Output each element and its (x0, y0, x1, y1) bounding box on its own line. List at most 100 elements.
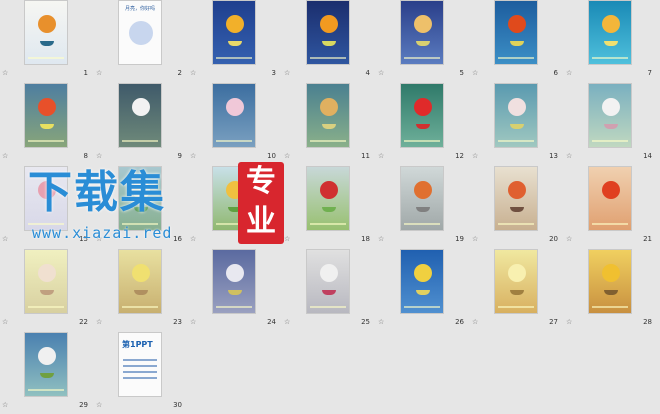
animation-icon: ☆ (378, 69, 385, 77)
slide-caption-line (216, 57, 252, 59)
slide-thumbnail[interactable]: ☆ 15 (0, 166, 94, 248)
boat-illustration (510, 124, 524, 129)
slide-text-line (123, 359, 157, 361)
moon-illustration (508, 264, 526, 282)
slide-thumbnail[interactable]: ☆ 25 (282, 249, 376, 331)
slide-preview (212, 249, 256, 314)
slide-preview (212, 166, 256, 231)
moon-illustration (320, 15, 338, 33)
slide-thumbnail[interactable]: ☆ 20 (470, 166, 564, 248)
slide-thumbnail[interactable]: ☆ 10 (188, 83, 282, 165)
slide-preview (118, 249, 162, 314)
slide-number: 17 (267, 235, 276, 243)
slide-number: 16 (173, 235, 182, 243)
slide-preview (24, 166, 68, 231)
moon-illustration (602, 15, 620, 33)
slide-preview (400, 249, 444, 314)
slide-preview (400, 83, 444, 148)
slide-thumbnail[interactable]: 月亮，你好吗 ☆ 2 (94, 0, 188, 82)
slide-thumbnail[interactable]: ☆ 24 (188, 249, 282, 331)
slide-caption-line (310, 57, 346, 59)
slide-thumbnail[interactable]: ☆ 22 (0, 249, 94, 331)
slide-preview (306, 0, 350, 65)
slide-number: 27 (549, 318, 558, 326)
boat-illustration (416, 207, 430, 212)
boat-illustration (322, 124, 336, 129)
moon-illustration (414, 15, 432, 33)
slide-thumbnail[interactable]: ☆ 8 (0, 83, 94, 165)
moon-illustration (414, 264, 432, 282)
slide-thumbnail[interactable]: ☆ 6 (470, 0, 564, 82)
animation-icon: ☆ (2, 318, 9, 326)
slide-sorter-grid: ☆ 1 月亮，你好吗 ☆ 2 ☆ 3 ☆ 4 ☆ 5 ☆ 6 ☆ 7 ☆ 8 ☆ 9 ☆ 10 ☆ 11 ☆ 12 ☆ 13 ☆ 14 ☆… (0, 0, 660, 410)
moon-illustration (132, 181, 150, 199)
slide-caption-line (310, 140, 346, 142)
slide-caption-line (28, 140, 64, 142)
moon-illustration (320, 98, 338, 116)
slide-thumbnail[interactable]: 第1PPT ☆ 30 (94, 332, 188, 414)
slide-preview (24, 0, 68, 65)
slide-preview (306, 166, 350, 231)
slide-caption-line (498, 140, 534, 142)
slide-preview: 第1PPT (118, 332, 162, 397)
slide-preview (588, 83, 632, 148)
slide-number: 23 (173, 318, 182, 326)
slide-number: 2 (177, 69, 182, 77)
slide-thumbnail[interactable]: ☆ 11 (282, 83, 376, 165)
animation-icon: ☆ (284, 152, 291, 160)
slide-text-line (123, 365, 157, 367)
slide-thumbnail[interactable]: ☆ 19 (376, 166, 470, 248)
slide-preview (306, 249, 350, 314)
slide-thumbnail[interactable]: ☆ 29 (0, 332, 94, 414)
slide-preview (494, 83, 538, 148)
slide-caption-line (404, 306, 440, 308)
moon-illustration (508, 98, 526, 116)
slide-thumbnail[interactable]: ☆ 18 (282, 166, 376, 248)
slide-thumbnail[interactable]: ☆ 26 (376, 249, 470, 331)
slide-preview: 月亮，你好吗 (118, 0, 162, 65)
slide-thumbnail[interactable]: ☆ 16 (94, 166, 188, 248)
slide-caption-line (310, 223, 346, 225)
boat-illustration (322, 207, 336, 212)
animation-icon: ☆ (2, 235, 9, 243)
slide-thumbnail[interactable]: ☆ 13 (470, 83, 564, 165)
boat-illustration (228, 207, 242, 212)
slide-thumbnail[interactable]: ☆ 28 (564, 249, 658, 331)
slide-thumbnail[interactable]: ☆ 4 (282, 0, 376, 82)
moon-illustration (226, 15, 244, 33)
animation-icon: ☆ (96, 401, 103, 409)
moon-illustration (38, 181, 56, 199)
slide-thumbnail[interactable]: ☆ 23 (94, 249, 188, 331)
slide-thumbnail[interactable]: ☆ 27 (470, 249, 564, 331)
moon-illustration (38, 264, 56, 282)
boat-illustration (322, 290, 336, 295)
slide-caption-line (28, 306, 64, 308)
animation-icon: ☆ (472, 318, 479, 326)
animation-icon: ☆ (566, 152, 573, 160)
slide-thumbnail[interactable]: ☆ 3 (188, 0, 282, 82)
animation-icon: ☆ (190, 69, 197, 77)
slide-thumbnail[interactable]: ☆ 12 (376, 83, 470, 165)
moon-illustration (132, 264, 150, 282)
slide-number: 9 (177, 152, 182, 160)
animation-icon: ☆ (472, 69, 479, 77)
slide-number: 13 (549, 152, 558, 160)
slide-thumbnail[interactable]: ☆ 21 (564, 166, 658, 248)
slide-number: 1 (83, 69, 88, 77)
slide-thumbnail[interactable]: ☆ 9 (94, 83, 188, 165)
moon-illustration (129, 21, 153, 45)
boat-illustration (228, 41, 242, 46)
slide-thumbnail[interactable]: ☆ 17 (188, 166, 282, 248)
slide-preview (24, 249, 68, 314)
slide-thumbnail[interactable]: ☆ 1 (0, 0, 94, 82)
slide-thumbnail[interactable]: ☆ 14 (564, 83, 658, 165)
boat-illustration (510, 41, 524, 46)
slide-thumbnail[interactable]: ☆ 5 (376, 0, 470, 82)
animation-icon: ☆ (96, 318, 103, 326)
slide-text-line (123, 377, 157, 379)
boat-illustration (134, 290, 148, 295)
moon-illustration (320, 181, 338, 199)
slide-number: 19 (455, 235, 464, 243)
slide-thumbnail[interactable]: ☆ 7 (564, 0, 658, 82)
slide-preview (588, 249, 632, 314)
